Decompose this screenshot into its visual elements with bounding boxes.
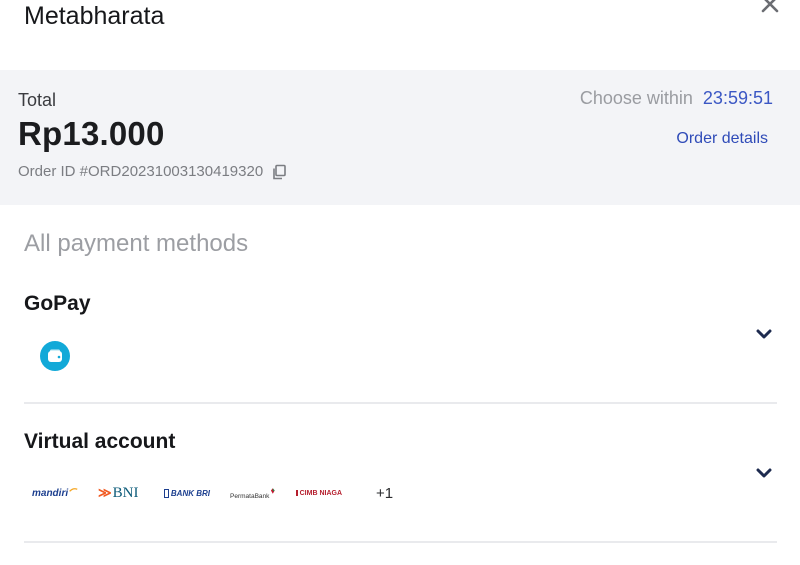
cimb-logo-text: CIMB NIAGA [299, 489, 342, 497]
chevron-down-icon[interactable] [755, 328, 773, 340]
order-summary: Total Rp13.000 Order ID #ORD202310031304… [0, 70, 800, 205]
bni-logo-text: BNI [112, 484, 139, 501]
mandiri-logo-text: mandiri [32, 487, 69, 499]
order-id: Order ID #ORD20231003130419320 [18, 163, 264, 180]
header: Metabharata [0, 0, 800, 70]
virtual-account-title: Virtual account [24, 430, 176, 453]
gopay-title: GoPay [24, 292, 91, 315]
bank-logos: mandiri ≫ BNI BANK BRI PermataBank CIMB … [32, 484, 394, 502]
gopay-section[interactable]: GoPay [24, 290, 777, 404]
permata-logo: PermataBank [230, 485, 276, 501]
chevron-down-icon[interactable] [755, 467, 773, 479]
cimb-mark-icon [296, 490, 298, 496]
bri-mark-icon [164, 488, 169, 498]
bni-mark-icon: ≫ [98, 485, 112, 500]
countdown-row: Choose within 23:59:51 [580, 88, 773, 109]
bri-logo: BANK BRI [164, 485, 210, 501]
copy-icon[interactable] [271, 164, 287, 180]
order-id-row: Order ID #ORD20231003130419320 [18, 163, 287, 180]
payment-methods-title: All payment methods [24, 230, 249, 257]
close-icon[interactable] [758, 0, 782, 16]
total-amount: Rp13.000 [18, 115, 165, 152]
order-details-link[interactable]: Order details [676, 130, 768, 148]
bni-logo: ≫ BNI [98, 485, 144, 501]
virtual-account-section[interactable]: Virtual account mandiri ≫ BNI BANK BRI P… [24, 428, 777, 543]
permata-logo-text: PermataBank [230, 492, 270, 500]
countdown-timer: 23:59:51 [702, 88, 773, 108]
cimb-logo: CIMB NIAGA [296, 485, 342, 501]
wallet-icon [40, 341, 70, 371]
bri-logo-text: BANK BRI [170, 488, 210, 498]
merchant-name: Metabharata [24, 2, 165, 30]
more-banks-count: +1 [376, 484, 394, 502]
mandiri-logo: mandiri [32, 485, 78, 501]
total-label: Total [18, 90, 57, 110]
choose-within-label: Choose within [579, 88, 693, 108]
